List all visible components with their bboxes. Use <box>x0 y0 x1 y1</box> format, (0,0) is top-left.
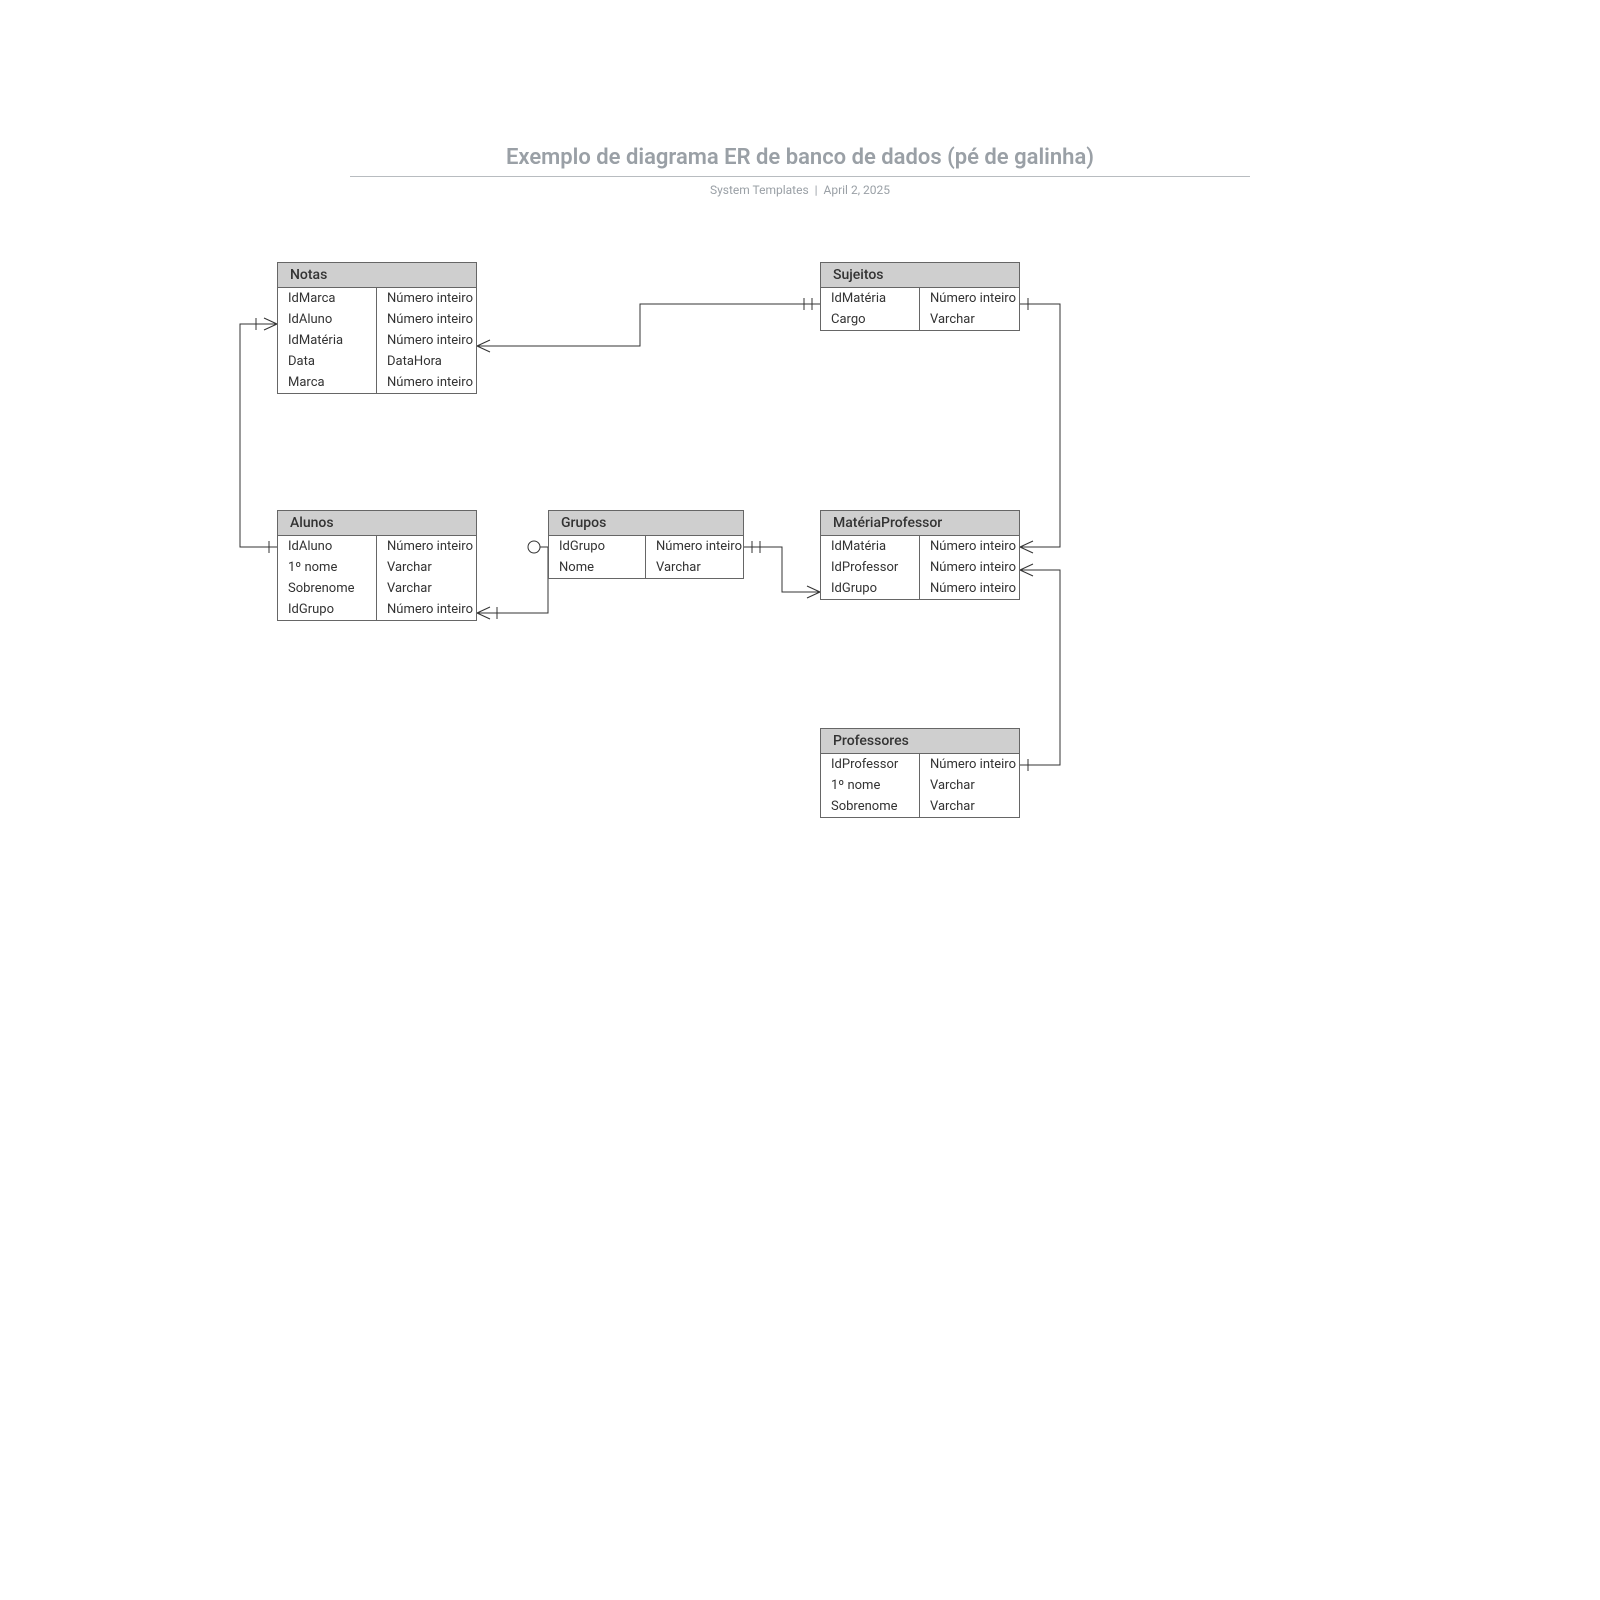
er-diagram-canvas: Exemplo de diagrama ER de banco de dados… <box>0 0 1600 1600</box>
field-name: 1º nome <box>278 557 377 578</box>
entity-notas-header: Notas <box>278 263 476 288</box>
field-name: IdMatéria <box>821 536 920 557</box>
entity-alunos-rows: IdAluno Número inteiro 1º nome Varchar S… <box>278 536 476 620</box>
field-name: IdGrupo <box>821 578 920 599</box>
field-type: Varchar <box>377 557 476 578</box>
entity-sujeitos-header: Sujeitos <box>821 263 1019 288</box>
field-type: Número inteiro <box>920 754 1019 775</box>
field-type: Varchar <box>920 309 1019 330</box>
field-name: IdGrupo <box>549 536 646 557</box>
entity-professores: Professores IdProfessor Número inteiro 1… <box>820 728 1020 818</box>
field-name: Marca <box>278 372 377 393</box>
field-type: Varchar <box>920 775 1019 796</box>
field-type: Número inteiro <box>646 536 743 557</box>
field-name: IdProfessor <box>821 557 920 578</box>
entity-grupos: Grupos IdGrupo Número inteiro Nome Varch… <box>548 510 744 579</box>
entity-materia-professor-rows: IdMatéria Número inteiro IdProfessor Núm… <box>821 536 1019 599</box>
diagram-author: System Templates <box>710 183 809 197</box>
field-name: Cargo <box>821 309 920 330</box>
diagram-title-block: Exemplo de diagrama ER de banco de dados… <box>350 145 1250 197</box>
field-name: IdGrupo <box>278 599 377 620</box>
field-type: Varchar <box>920 796 1019 817</box>
entity-notas: Notas IdMarca Número inteiro IdAluno Núm… <box>277 262 477 394</box>
field-name: IdMatéria <box>821 288 920 309</box>
field-name: Sobrenome <box>278 578 377 599</box>
field-name: IdMarca <box>278 288 377 309</box>
entity-notas-rows: IdMarca Número inteiro IdAluno Número in… <box>278 288 476 393</box>
field-name: Sobrenome <box>821 796 920 817</box>
field-type: Número inteiro <box>377 599 476 620</box>
field-type: Número inteiro <box>377 330 476 351</box>
field-name: IdProfessor <box>821 754 920 775</box>
field-name: IdAluno <box>278 536 377 557</box>
entity-materia-professor-header: MatériaProfessor <box>821 511 1019 536</box>
entity-materia-professor: MatériaProfessor IdMatéria Número inteir… <box>820 510 1020 600</box>
field-type: Número inteiro <box>920 536 1019 557</box>
field-type: Número inteiro <box>920 557 1019 578</box>
diagram-date: April 2, 2025 <box>824 183 891 197</box>
field-name: Data <box>278 351 377 372</box>
field-type: Número inteiro <box>377 288 476 309</box>
field-type: Varchar <box>377 578 476 599</box>
field-type: Número inteiro <box>377 372 476 393</box>
field-type: Número inteiro <box>920 288 1019 309</box>
entity-grupos-rows: IdGrupo Número inteiro Nome Varchar <box>549 536 743 578</box>
field-type: Varchar <box>646 557 743 578</box>
field-name: IdAluno <box>278 309 377 330</box>
field-type: Número inteiro <box>920 578 1019 599</box>
field-type: Número inteiro <box>377 309 476 330</box>
entity-sujeitos-rows: IdMatéria Número inteiro Cargo Varchar <box>821 288 1019 330</box>
connections-layer <box>0 0 1600 1600</box>
entity-grupos-header: Grupos <box>549 511 743 536</box>
diagram-title: Exemplo de diagrama ER de banco de dados… <box>350 145 1250 177</box>
field-name: IdMatéria <box>278 330 377 351</box>
field-name: 1º nome <box>821 775 920 796</box>
field-type: Número inteiro <box>377 536 476 557</box>
diagram-subtitle: System Templates | April 2, 2025 <box>350 183 1250 197</box>
entity-alunos-header: Alunos <box>278 511 476 536</box>
entity-sujeitos: Sujeitos IdMatéria Número inteiro Cargo … <box>820 262 1020 331</box>
entity-professores-header: Professores <box>821 729 1019 754</box>
entity-professores-rows: IdProfessor Número inteiro 1º nome Varch… <box>821 754 1019 817</box>
field-type: DataHora <box>377 351 476 372</box>
field-name: Nome <box>549 557 646 578</box>
entity-alunos: Alunos IdAluno Número inteiro 1º nome Va… <box>277 510 477 621</box>
